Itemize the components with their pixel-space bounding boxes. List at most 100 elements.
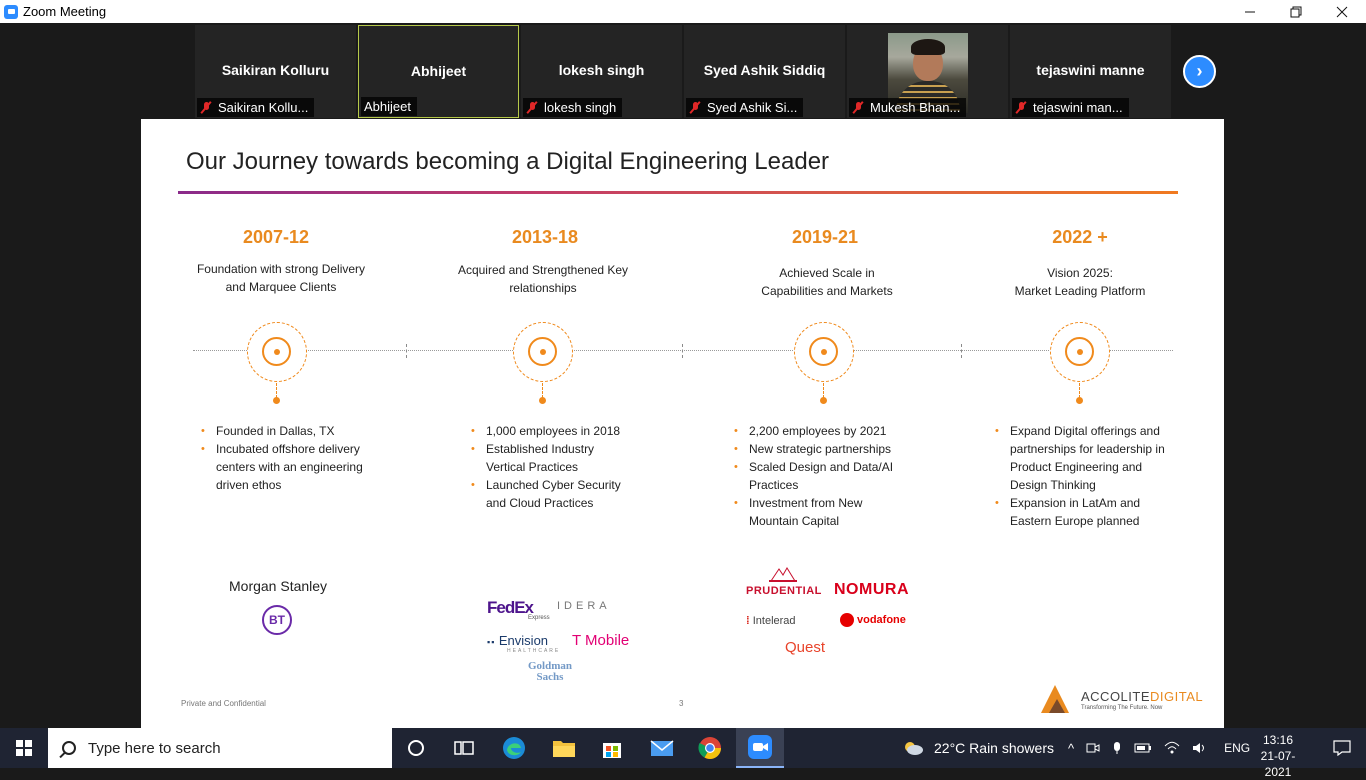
participant-label: Syed Ashik Si... bbox=[686, 98, 804, 117]
bullet-item: 2,200 employees by 2021 bbox=[734, 422, 909, 440]
bullet-item: Scaled Design and Data/AI Practices bbox=[734, 458, 909, 494]
minimize-button[interactable] bbox=[1227, 0, 1273, 23]
bullet-item: 1,000 employees in 2018 bbox=[471, 422, 631, 440]
battery-icon[interactable] bbox=[1134, 742, 1152, 754]
participant-tile-video[interactable]: Mukesh Bhan... bbox=[847, 25, 1008, 118]
chrome-icon bbox=[698, 737, 721, 759]
input-language[interactable]: ENG bbox=[1224, 741, 1250, 755]
bullet-item: Expansion in LatAm and Eastern Europe pl… bbox=[995, 494, 1170, 530]
participant-tile[interactable]: tejaswini manne tejaswini man... bbox=[1010, 25, 1171, 118]
timeline-stem bbox=[823, 383, 824, 398]
bullet-list: 2,200 employees by 2021 New strategic pa… bbox=[734, 422, 909, 530]
bullet-item: Founded in Dallas, TX bbox=[201, 422, 371, 440]
notifications-button[interactable] bbox=[1318, 728, 1366, 768]
participant-tile[interactable]: lokesh singh lokesh singh bbox=[521, 25, 682, 118]
taskbar-clock[interactable]: 13:16 21-07-2021 bbox=[1248, 732, 1308, 780]
period-description: Acquired and Strengthened Key relationshi… bbox=[457, 263, 629, 295]
vodafone-logo: vodafone bbox=[840, 613, 906, 627]
mail-icon bbox=[650, 740, 674, 756]
window-title: Zoom Meeting bbox=[23, 4, 107, 19]
close-button[interactable] bbox=[1319, 0, 1365, 23]
mic-muted-icon bbox=[1015, 101, 1027, 114]
mic-muted-icon bbox=[526, 101, 538, 114]
windows-taskbar: Type here to search 22°C Rain showers ^ … bbox=[0, 728, 1366, 779]
bullet-item: Investment from New Mountain Capital bbox=[734, 494, 909, 530]
volume-icon[interactable] bbox=[1192, 741, 1208, 755]
period-heading: 2007-12 bbox=[242, 227, 310, 247]
title-divider bbox=[178, 191, 1178, 194]
clock-time: 13:16 bbox=[1262, 733, 1294, 747]
store-button[interactable] bbox=[588, 728, 636, 768]
participant-label: lokesh singh bbox=[523, 98, 623, 117]
task-view-button[interactable] bbox=[440, 728, 488, 768]
system-tray: ^ ENG bbox=[1068, 728, 1250, 768]
confidential-footer: Private and Confidential bbox=[181, 699, 266, 708]
taskbar-search-box[interactable]: Type here to search bbox=[48, 728, 392, 768]
participant-strip: Saikiran Kolluru Saikiran Kollu... Abhij… bbox=[195, 25, 1171, 118]
participant-name: lokesh singh bbox=[558, 62, 645, 78]
search-placeholder: Type here to search bbox=[88, 739, 221, 757]
participant-tile[interactable]: Syed Ashik Siddiq Syed Ashik Si... bbox=[684, 25, 845, 118]
chrome-button[interactable] bbox=[686, 728, 734, 768]
tray-overflow-chevron-icon[interactable]: ^ bbox=[1068, 741, 1074, 756]
period-heading: 2019-21 bbox=[791, 227, 859, 247]
weather-widget[interactable]: 22°C Rain showers bbox=[902, 728, 1054, 768]
quest-logo: Quest bbox=[785, 639, 826, 656]
timeline-line bbox=[193, 350, 1173, 351]
meeting-area: Saikiran Kolluru Saikiran Kollu... Abhij… bbox=[0, 23, 1366, 728]
zoom-taskbar-button[interactable] bbox=[736, 728, 784, 768]
bullet-list: Founded in Dallas, TX Incubated offshore… bbox=[201, 422, 371, 494]
participant-tile[interactable]: Saikiran Kolluru Saikiran Kollu... bbox=[195, 25, 356, 118]
bullet-item: Established Industry Vertical Practices bbox=[471, 440, 631, 476]
fedex-express-text: Express bbox=[528, 615, 550, 621]
clock-date: 21-07-2021 bbox=[1260, 749, 1296, 779]
period-heading: 2013-18 bbox=[511, 227, 579, 247]
weather-rain-icon bbox=[905, 742, 923, 755]
timeline-node bbox=[513, 322, 573, 382]
participant-name: Syed Ashik Siddiq bbox=[703, 62, 826, 78]
slide-title: Our Journey towards becoming a Digital E… bbox=[186, 148, 830, 175]
edge-taskbar-button[interactable] bbox=[490, 728, 538, 768]
mail-button[interactable] bbox=[638, 728, 686, 768]
file-explorer-button[interactable] bbox=[540, 728, 588, 768]
intelerad-logo: ⁞ Intelerad bbox=[746, 615, 796, 627]
start-button[interactable] bbox=[0, 728, 48, 768]
timeline-separator bbox=[406, 344, 407, 358]
notification-center-icon bbox=[1333, 740, 1351, 756]
restore-button[interactable] bbox=[1273, 0, 1319, 23]
participant-name: tejaswini manne bbox=[1036, 62, 1145, 78]
weather-text: 22°C Rain showers bbox=[934, 740, 1054, 756]
cortana-circle-icon bbox=[408, 740, 424, 756]
store-bag-icon bbox=[603, 743, 621, 758]
bullet-list: Expand Digital offerings and partnership… bbox=[995, 422, 1170, 530]
windows-logo-icon bbox=[16, 740, 32, 756]
participant-tile-active[interactable]: Abhijeet Abhijeet bbox=[358, 25, 519, 118]
wifi-icon[interactable] bbox=[1164, 741, 1180, 755]
next-page-button[interactable]: › bbox=[1183, 55, 1216, 88]
goldman-sachs-logo: Goldman Sachs bbox=[528, 660, 573, 683]
bt-logo: BT bbox=[262, 605, 292, 635]
cortana-button[interactable] bbox=[392, 728, 440, 768]
zoom-icon bbox=[748, 735, 772, 759]
prudential-logo: PRUDENTIAL bbox=[746, 585, 822, 597]
timeline-stem-dot bbox=[273, 397, 280, 404]
camera-tray-icon[interactable] bbox=[1086, 741, 1100, 755]
timeline-separator bbox=[682, 344, 683, 358]
bullet-item: New strategic partnerships bbox=[734, 440, 909, 458]
shared-screen-slide: Our Journey towards becoming a Digital E… bbox=[141, 119, 1224, 728]
zoom-app-icon bbox=[4, 4, 18, 19]
accolite-digital-logo: ACCOLITEDIGITAL Transforming The Future.… bbox=[1041, 685, 1211, 719]
microphone-tray-icon[interactable] bbox=[1112, 741, 1122, 755]
period-description: Achieved Scale in Capabilities and Market… bbox=[761, 266, 893, 298]
bullet-list: 1,000 employees in 2018 Established Indu… bbox=[471, 422, 631, 512]
envision-logo: ▪▪ Envision bbox=[487, 633, 549, 648]
timeline-separator bbox=[961, 344, 962, 358]
fedex-logo: FedEx bbox=[487, 598, 534, 617]
envision-healthcare-text: HEALTHCARE bbox=[507, 648, 561, 654]
timeline-node bbox=[794, 322, 854, 382]
bullet-item: Launched Cyber Security and Cloud Practi… bbox=[471, 476, 631, 512]
nomura-logo: NOMURA bbox=[834, 581, 909, 598]
participant-label: Abhijeet bbox=[361, 97, 417, 116]
mic-muted-icon bbox=[689, 101, 701, 114]
timeline-node bbox=[247, 322, 307, 382]
